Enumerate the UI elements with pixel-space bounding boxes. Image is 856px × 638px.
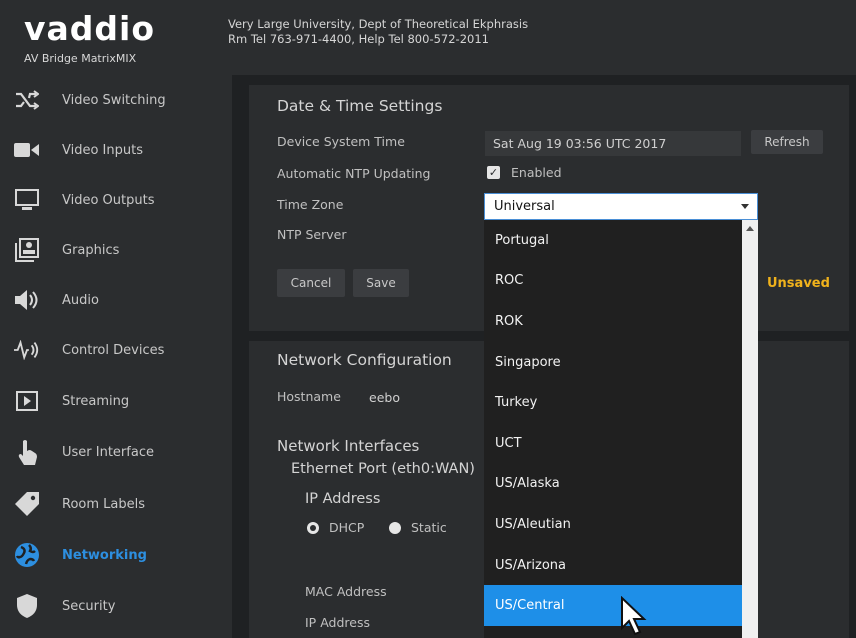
organization-phone: Rm Tel 763-971-4400, Help Tel 800-572-20… (228, 32, 489, 46)
monitor-icon (14, 187, 40, 213)
ntp-server-label: NTP Server (277, 227, 347, 242)
time-zone-option[interactable]: ROC (484, 261, 742, 302)
sidebar-item-label: Graphics (62, 242, 120, 258)
scroll-up-arrow-icon[interactable] (746, 226, 754, 231)
ntp-enabled-label: Enabled (511, 165, 562, 180)
time-zone-option[interactable]: US/Arizona (484, 545, 742, 586)
time-zone-select[interactable]: Universal (484, 193, 758, 220)
time-zone-option[interactable]: Turkey (484, 382, 742, 423)
sidebar-item-audio[interactable]: Audio (0, 275, 232, 325)
globe-icon (14, 542, 40, 568)
sidebar-item-room-labels[interactable]: Room Labels (0, 479, 232, 529)
time-zone-option[interactable]: ROK (484, 301, 742, 342)
system-time-field: Sat Aug 19 03:56 UTC 2017 (485, 131, 741, 156)
sidebar-item-streaming[interactable]: Streaming (0, 376, 232, 426)
hostname-input[interactable]: eebo (363, 384, 493, 410)
sidebar-item-video-outputs[interactable]: Video Outputs (0, 175, 232, 225)
sidebar-item-label: Networking (62, 547, 147, 563)
shuffle-icon (14, 87, 40, 113)
time-zone-option[interactable]: UCT (484, 423, 742, 464)
sidebar-item-label: Audio (62, 292, 99, 308)
sidebar-item-label: Video Outputs (62, 192, 155, 208)
sidebar-item-video-inputs[interactable]: Video Inputs (0, 125, 232, 175)
datetime-title: Date & Time Settings (277, 97, 443, 115)
ethernet-port-heading: Ethernet Port (eth0:WAN) (291, 461, 475, 477)
dhcp-label: DHCP (329, 520, 365, 535)
camera-icon (14, 137, 40, 163)
sidebar-item-label: User Interface (62, 444, 154, 460)
shield-icon (14, 593, 40, 619)
control-devices-icon (14, 337, 40, 363)
sidebar-item-label: Room Labels (62, 496, 145, 512)
sidebar-item-video-switching[interactable]: Video Switching (0, 75, 232, 125)
sidebar: Video Switching Video Inputs Video Outpu… (0, 75, 232, 638)
sidebar-item-user-interface[interactable]: User Interface (0, 427, 232, 477)
network-interfaces-heading: Network Interfaces (277, 437, 420, 455)
mouse-cursor-icon (621, 596, 647, 636)
system-time-label: Device System Time (277, 134, 405, 149)
sidebar-item-security[interactable]: Security (0, 581, 232, 631)
play-icon (14, 388, 40, 414)
refresh-button[interactable]: Refresh (751, 130, 823, 154)
time-zone-option-highlighted[interactable]: US/Central (484, 585, 742, 626)
time-zone-option[interactable]: US/Aleutian (484, 504, 742, 545)
static-label: Static (411, 520, 447, 535)
sidebar-item-label: Streaming (62, 393, 130, 409)
sidebar-item-label: Control Devices (62, 342, 165, 358)
ntp-updating-label: Automatic NTP Updating (277, 166, 431, 181)
time-zone-option[interactable]: Singapore (484, 342, 742, 383)
mac-address-label: MAC Address (305, 584, 387, 599)
time-zone-option[interactable]: Portugal (484, 220, 742, 261)
time-zone-option[interactable]: US/Alaska (484, 464, 742, 505)
ip-address-label: IP Address (305, 615, 370, 630)
tag-icon (14, 491, 40, 517)
sidebar-item-label: Video Switching (62, 92, 166, 108)
dhcp-radio[interactable] (307, 522, 319, 534)
sidebar-item-control-devices[interactable]: Control Devices (0, 325, 232, 375)
unsaved-indicator: Unsaved (767, 276, 830, 291)
sidebar-item-networking[interactable]: Networking (0, 530, 232, 580)
sidebar-item-label: Security (62, 598, 116, 614)
ntp-enabled-checkbox[interactable]: ✓ (487, 166, 500, 179)
graphics-icon (14, 237, 40, 263)
product-name: AV Bridge MatrixMIX (24, 52, 137, 65)
speaker-icon (14, 287, 40, 313)
organization-name: Very Large University, Dept of Theoretic… (228, 17, 529, 31)
save-button[interactable]: Save (353, 269, 409, 297)
static-radio[interactable] (389, 522, 401, 534)
chevron-down-icon (741, 204, 749, 209)
sidebar-item-label: Video Inputs (62, 142, 143, 158)
time-zone-dropdown-list: Portugal ROC ROK Singapore Turkey UCT US… (484, 220, 758, 638)
network-title: Network Configuration (277, 351, 452, 369)
cancel-button[interactable]: Cancel (277, 269, 345, 297)
hostname-label: Hostname (277, 389, 341, 404)
app-header: vaddio AV Bridge MatrixMIX Very Large Un… (0, 0, 856, 75)
sidebar-item-graphics[interactable]: Graphics (0, 225, 232, 275)
vaddio-logo: vaddio (24, 9, 156, 48)
dropdown-scrollbar[interactable] (742, 220, 758, 638)
time-zone-selected-value: Universal (494, 199, 555, 214)
hand-pointer-icon (14, 439, 40, 465)
ip-address-heading: IP Address (305, 491, 381, 507)
time-zone-label: Time Zone (277, 197, 344, 212)
